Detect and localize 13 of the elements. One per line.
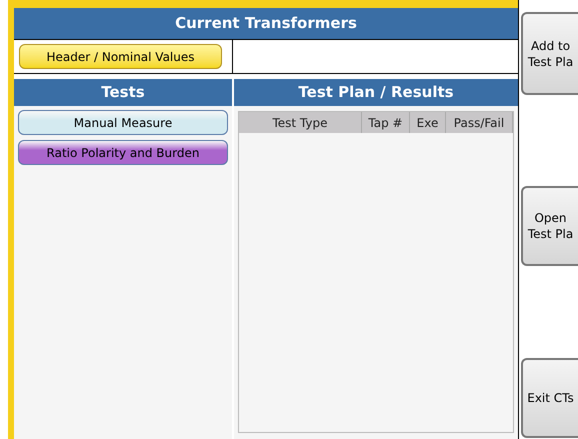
window-title: Current Transformers [175,13,357,34]
column-header: Pass/Fail [446,112,513,133]
test-button[interactable]: Manual Measure [18,110,228,135]
column-header: Test Type [239,112,362,133]
side-button[interactable]: Open Test Pla [521,186,578,266]
side-button[interactable]: Add to Test Pla [521,12,578,95]
column-header: Tap # [362,112,410,133]
header-button[interactable]: Header / Nominal Values [19,44,222,69]
panel-title: Tests [101,82,145,104]
column-header: Exe [410,112,446,133]
test-button[interactable]: Ratio Polarity and Burden [18,140,228,165]
panel-title: Test Plan / Results [298,82,454,104]
side-button[interactable]: Exit CTs [521,358,578,438]
